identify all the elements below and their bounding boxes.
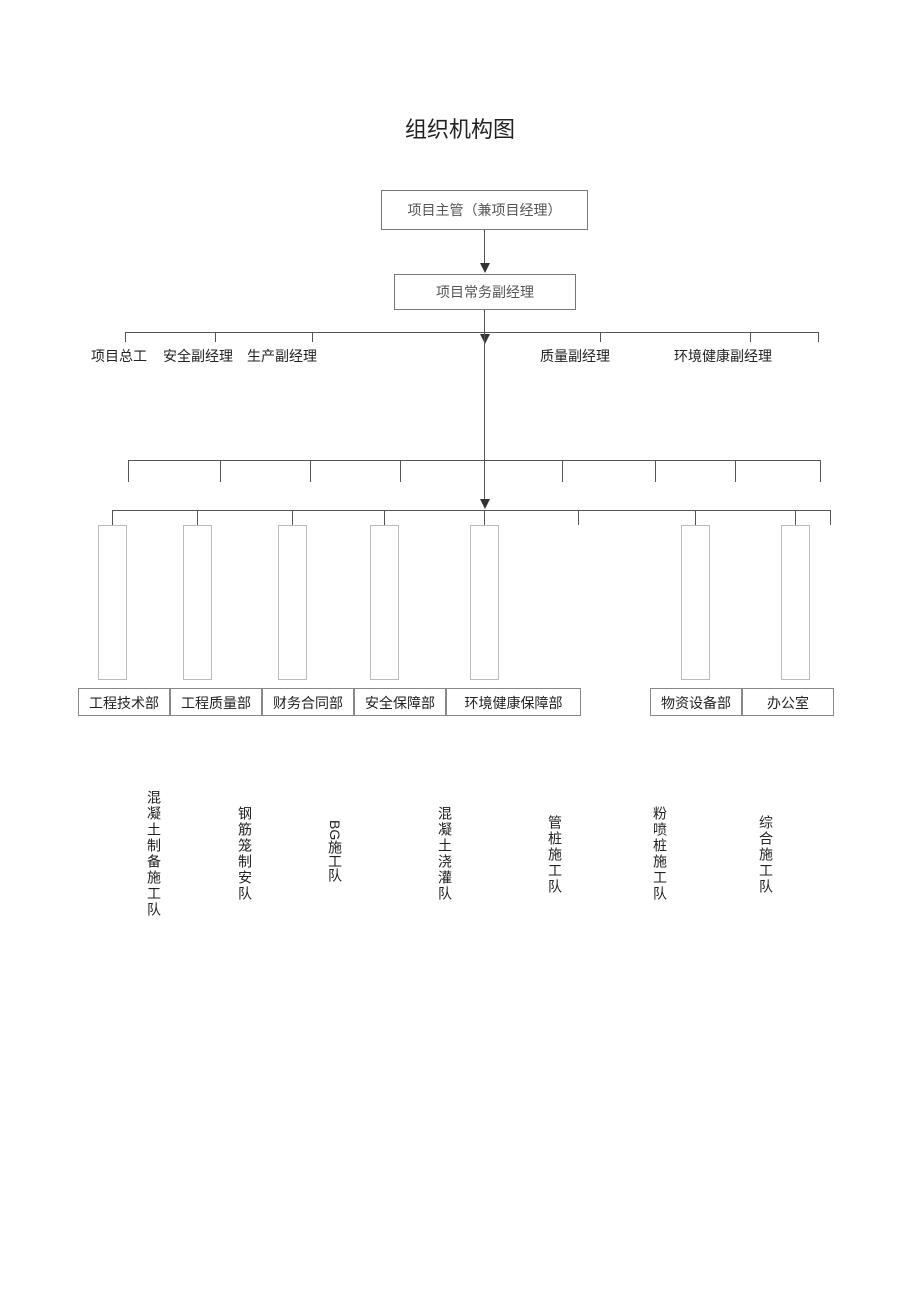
dept-label: 环境健康保障部: [465, 695, 563, 711]
connector: [695, 510, 696, 525]
connector: [384, 510, 385, 525]
connector: [112, 510, 113, 525]
dept-label: 物资设备部: [661, 695, 731, 711]
tallbox-2: [183, 525, 212, 680]
connector: [830, 510, 831, 525]
connector: [562, 460, 563, 482]
connector: [818, 332, 819, 342]
connector: [292, 510, 293, 525]
deputy-quality: 质量副经理: [540, 346, 610, 366]
dept-materials-equipment: 物资设备部: [650, 688, 742, 716]
connector: [750, 332, 751, 342]
tallbox-7: [781, 525, 810, 680]
tallbox-3: [278, 525, 307, 680]
arrowhead-icon: [480, 263, 490, 273]
label-project-supervisor: 项目主管（兼项目经理）: [408, 200, 562, 220]
dept-env-health: 环境健康保障部: [446, 688, 581, 716]
connector: [578, 510, 579, 525]
connector: [128, 460, 820, 461]
connector: [312, 332, 313, 342]
connector: [484, 510, 485, 525]
connector: [484, 332, 485, 460]
connector: [310, 460, 311, 482]
team-rebar-cage: 钢筋笼制安队: [235, 806, 255, 902]
connector: [220, 460, 221, 482]
connector: [484, 230, 485, 264]
connector: [735, 460, 736, 482]
arrowhead-icon: [480, 499, 490, 509]
team-concrete-pour: 混凝土浇灌队: [435, 806, 455, 902]
org-chart: 组织机构图 项目主管（兼项目经理） 项目常务副经理 项目总工 安全副经理 生产副…: [0, 0, 920, 1301]
team-pipe-pile: 管桩施工队: [545, 815, 565, 895]
box-project-supervisor: 项目主管（兼项目经理）: [381, 190, 588, 230]
connector: [820, 460, 821, 482]
team-powder-pile: 粉喷桩施工队: [650, 806, 670, 902]
tallbox-1: [98, 525, 127, 680]
connector: [125, 332, 126, 342]
team-bg-construction: BG施工队: [325, 820, 345, 882]
dept-label: 安全保障部: [365, 695, 435, 711]
connector: [128, 460, 129, 482]
tallbox-6: [681, 525, 710, 680]
label-executive-deputy: 项目常务副经理: [436, 282, 534, 302]
team-concrete-prep: 混凝土制备施工队: [144, 790, 164, 918]
connector: [125, 332, 818, 333]
tallbox-5: [470, 525, 499, 680]
tallbox-4: [370, 525, 399, 680]
connector: [484, 460, 485, 500]
team-general: 综合施工队: [756, 815, 776, 895]
dept-label: 工程质量部: [181, 695, 251, 711]
page-title: 组织机构图: [0, 112, 920, 144]
connector: [112, 510, 830, 511]
dept-label: 工程技术部: [89, 695, 159, 711]
connector: [600, 332, 601, 342]
deputy-env-health: 环境健康副经理: [674, 346, 772, 366]
connector: [215, 332, 216, 342]
dept-office: 办公室: [742, 688, 834, 716]
connector: [197, 510, 198, 525]
box-executive-deputy: 项目常务副经理: [394, 274, 576, 310]
dept-safety: 安全保障部: [354, 688, 446, 716]
deputy-production: 生产副经理: [247, 346, 317, 366]
dept-label: 财务合同部: [273, 695, 343, 711]
connector: [655, 460, 656, 482]
deputy-chief-engineer: 项目总工: [91, 346, 147, 366]
dept-engineering-tech: 工程技术部: [78, 688, 170, 716]
dept-engineering-quality: 工程质量部: [170, 688, 262, 716]
dept-finance-contract: 财务合同部: [262, 688, 354, 716]
connector: [400, 460, 401, 482]
deputy-safety: 安全副经理: [163, 346, 233, 366]
dept-label: 办公室: [767, 695, 809, 711]
connector: [795, 510, 796, 525]
